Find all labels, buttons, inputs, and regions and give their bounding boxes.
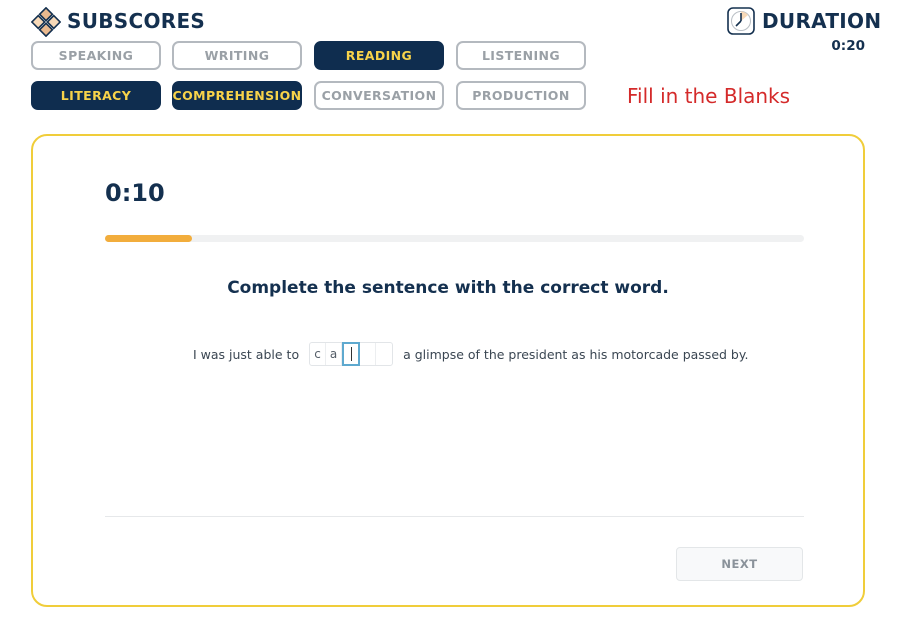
duration-value: 0:20 [831, 38, 865, 54]
sentence: I was just able to c a a glimpse of the … [193, 342, 748, 366]
text-caret [350, 347, 352, 361]
letter-input-group[interactable]: c a [309, 342, 394, 366]
clock-icon [727, 7, 755, 35]
tab-writing[interactable]: WRITING [172, 41, 302, 70]
tab-conversation[interactable]: CONVERSATION [314, 81, 444, 110]
letter-box[interactable] [360, 343, 377, 365]
tab-production[interactable]: PRODUCTION [456, 81, 586, 110]
sentence-before: I was just able to [193, 346, 300, 362]
tab-literacy[interactable]: LITERACY [31, 81, 161, 110]
letter-box[interactable] [376, 343, 392, 365]
duration-title: DURATION [762, 9, 882, 33]
progress-bar-fill [105, 235, 193, 242]
question-card: 0:10 Complete the sentence with the corr… [31, 134, 865, 607]
question-prompt: Complete the sentence with the correct w… [227, 278, 669, 298]
tab-listening[interactable]: LISTENING [456, 41, 586, 70]
letter-box[interactable]: c [310, 343, 327, 365]
next-button[interactable]: NEXT [676, 547, 803, 581]
tab-speaking[interactable]: SPEAKING [31, 41, 161, 70]
sentence-after: a glimpse of the president as his motorc… [403, 346, 749, 362]
question-type-label: Fill in the Blanks [627, 84, 791, 108]
tab-comprehension[interactable]: COMPREHENSION [172, 81, 302, 110]
progress-bar [105, 235, 804, 242]
subscores-title: SUBSCORES [67, 9, 206, 33]
question-timer: 0:10 [105, 179, 165, 207]
letter-box[interactable]: a [326, 343, 343, 365]
letter-box-active[interactable] [342, 342, 361, 366]
tab-reading[interactable]: READING [314, 41, 444, 70]
divider [105, 516, 804, 517]
subscores-logo-icon [31, 7, 61, 37]
